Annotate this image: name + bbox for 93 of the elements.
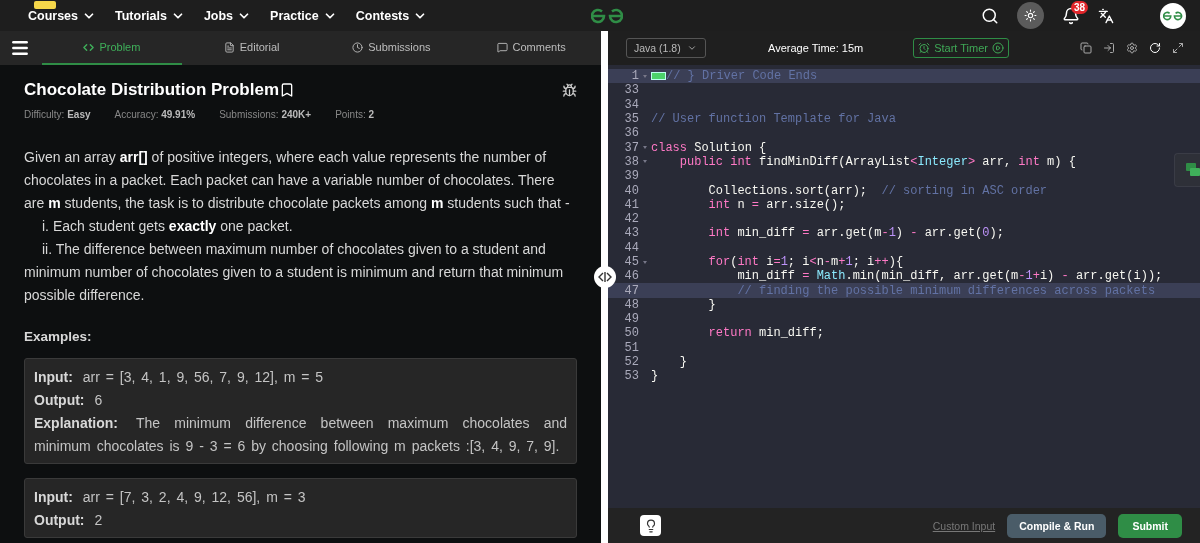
line-number: 42 (623, 212, 639, 227)
tab[interactable]: Editorial (181, 31, 322, 65)
line-number: 49 (623, 312, 639, 327)
nav-menu-item[interactable]: Contests (355, 8, 428, 23)
tab-icon (352, 41, 364, 53)
fold-arrow-icon[interactable] (643, 146, 647, 150)
search-icon[interactable] (981, 6, 999, 25)
notification-count: 38 (1071, 0, 1089, 14)
code-line: for(int i=1; i<n-m+1; i++){ (707, 255, 904, 269)
line-number: 37 (623, 140, 639, 155)
example-line: Output: 2 (34, 511, 104, 530)
line-number: 45 (623, 255, 639, 269)
compile-run-button[interactable]: Compile & Run (1007, 513, 1107, 538)
sun-icon (1024, 9, 1037, 22)
average-time: Average Time: 15m (768, 42, 864, 54)
tab-icon (83, 41, 95, 53)
code-line: // finding the possible minimum differences across packets (736, 283, 1156, 298)
code-line: int n = arr.size(); (707, 197, 846, 212)
start-timer-button[interactable]: Start Timer (913, 38, 1009, 58)
line-number: 39 (623, 169, 639, 184)
line-number: 34 (623, 97, 639, 112)
code-line: class Solution { (651, 140, 767, 155)
problem-stat: Difficulty: Easy (24, 109, 91, 120)
example-line: Output: 6 (34, 391, 104, 410)
line-number: 53 (623, 369, 639, 384)
code-line: // User function Template for Java (651, 112, 896, 127)
translate-icon[interactable] (1098, 7, 1114, 24)
theme-toggle-button[interactable] (1017, 2, 1044, 29)
line-number: 33 (623, 83, 639, 98)
copy-icon[interactable] (1080, 42, 1092, 54)
line-number: 43 (623, 226, 639, 241)
examples-heading: Examples: (24, 329, 93, 344)
example-line: Input: arr = [3, 4, 1, 9, 56, 7, 9, 12], m = 5 (34, 368, 325, 387)
line-number: 38 (623, 154, 639, 169)
line-number: 1 (630, 69, 639, 84)
settings-icon[interactable] (1126, 42, 1138, 54)
problem-stat: Accuracy: 49.91% (114, 109, 196, 120)
code-editor[interactable] (608, 65, 1200, 508)
line-number: 52 (623, 355, 639, 370)
bug-icon[interactable] (562, 82, 577, 98)
side-panel-tab[interactable] (1174, 153, 1200, 187)
line-number: 35 (623, 112, 639, 127)
tab[interactable]: Problem (42, 31, 182, 65)
code-line: int min_diff = arr.get(m-1) - arr.get(0); (707, 226, 1004, 241)
line-number: 51 (623, 340, 639, 355)
line-number: 47 (623, 283, 639, 298)
code-line: min_diff = Math.min(min_diff, arr.get(m-1+i) - arr.get(i)); (736, 269, 1163, 284)
caret-icon (687, 43, 697, 53)
hint-button[interactable] (640, 515, 661, 536)
line-number: 40 (623, 183, 639, 198)
code-line: return min_diff; (707, 326, 824, 341)
nav-menu-item[interactable]: Practice (270, 8, 337, 23)
import-icon[interactable] (1103, 42, 1115, 54)
line-number: 46 (623, 269, 639, 284)
alarm-clock-icon (918, 42, 931, 54)
fold-arrow-icon[interactable] (643, 260, 647, 264)
play-icon (992, 42, 1004, 54)
line-number: 36 (623, 126, 639, 141)
code-line: } (678, 355, 687, 370)
tab-icon (223, 41, 235, 53)
line-number: 41 (623, 197, 639, 212)
submit-button[interactable]: Submit (1118, 513, 1182, 538)
example-line: Input: arr = [7, 3, 2, 4, 9, 12, 56], m = 3 (34, 488, 307, 507)
problem-stat: Points: 2 (335, 109, 375, 120)
tab-icon (496, 41, 508, 53)
nav-menu-item[interactable]: Tutorials (115, 8, 185, 23)
list-item: i. Each student gets exactly one packet. (41, 217, 294, 236)
line-number: 50 (623, 326, 639, 341)
line-number: 44 (623, 240, 639, 255)
code-line: } (651, 369, 659, 384)
code-line: public int findMinDiff(ArrayList<Integer> arr, int m) { (678, 154, 1076, 169)
list-item: ii. The difference between maximum number of chocolates given to a student and minimum number of chocolates given to a student is minimum and return that minimum possible difference. (24, 240, 565, 305)
logo-icon (1163, 9, 1183, 22)
nav-menu-item[interactable]: Jobs (203, 8, 252, 23)
chat-icon (1186, 163, 1200, 177)
custom-input-link[interactable]: Custom Input (932, 519, 996, 532)
code-line: // } Driver Code Ends (666, 69, 818, 84)
tab[interactable]: Comments (461, 31, 601, 65)
code-line: } (707, 297, 716, 312)
code-line: Collections.sort(arr); // sorting in ASC order (707, 183, 1048, 198)
nav-menu-item[interactable]: Courses (28, 8, 97, 23)
line-number: 48 (623, 297, 639, 312)
folded-code-marker[interactable] (651, 72, 666, 81)
example-line: Explanation: The minimum difference between maximum chocolates and minimum chocolates is 9 - 3 = 6 by choosing following m packets :[3, 4, 9, 7, 9]. (34, 414, 567, 456)
split-arrows-icon (598, 272, 612, 282)
language-select[interactable]: Java (1.8) (626, 38, 706, 58)
fullscreen-icon[interactable] (1172, 42, 1184, 54)
refresh-icon[interactable] (1149, 42, 1161, 54)
avatar[interactable] (1160, 2, 1186, 29)
problem-title: Chocolate Distribution Problem (24, 80, 280, 100)
problem-stat: Submissions: 240K+ (219, 109, 312, 120)
fold-arrow-icon[interactable] (643, 160, 647, 164)
tab[interactable]: Submissions (321, 31, 462, 65)
